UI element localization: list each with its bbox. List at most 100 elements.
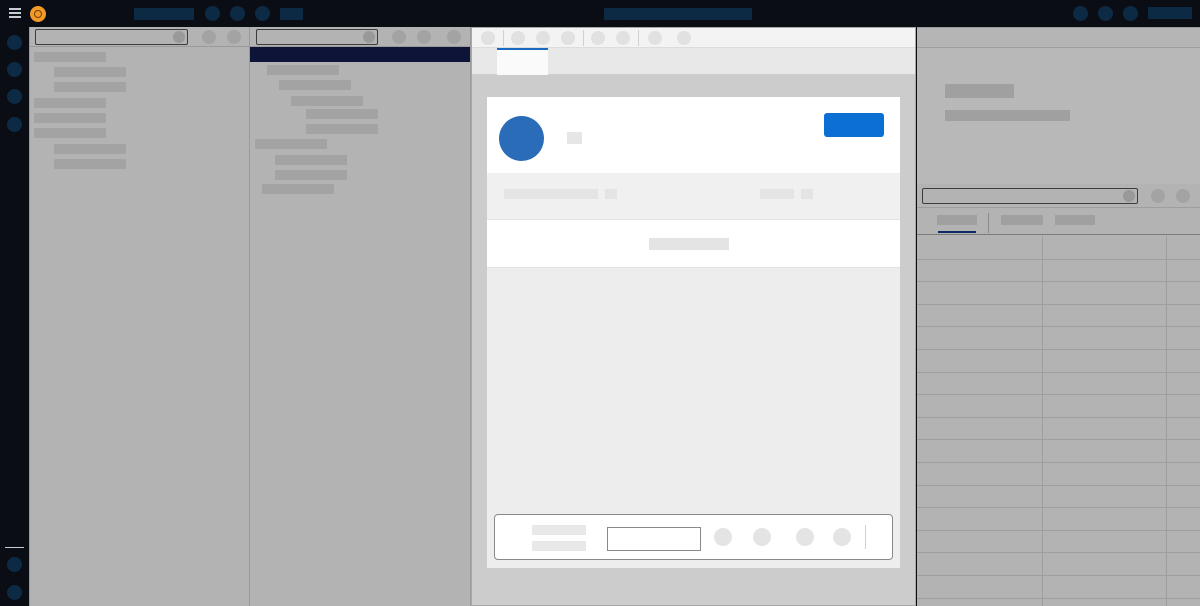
nav-label-placeholder[interactable] bbox=[280, 8, 303, 20]
tab-active-indicator bbox=[938, 231, 976, 233]
send-icon[interactable] bbox=[833, 528, 851, 546]
refresh-icon[interactable] bbox=[561, 31, 575, 45]
collapse-icon[interactable] bbox=[392, 30, 406, 44]
share-icon[interactable] bbox=[648, 31, 662, 45]
detail-card bbox=[487, 97, 900, 568]
tree-item[interactable] bbox=[306, 124, 378, 134]
action-label-placeholder bbox=[649, 238, 729, 250]
undo-icon[interactable] bbox=[511, 31, 525, 45]
tree-item-selected[interactable] bbox=[250, 47, 470, 62]
tree-item[interactable] bbox=[34, 52, 106, 62]
logout-icon[interactable] bbox=[7, 585, 22, 600]
app-logo-icon[interactable] bbox=[30, 6, 46, 22]
text-placeholder bbox=[532, 541, 586, 551]
toolbar-separator bbox=[503, 30, 504, 46]
table-row bbox=[917, 394, 1200, 395]
copy-icon[interactable] bbox=[591, 31, 605, 45]
bell-icon[interactable] bbox=[1073, 6, 1088, 21]
tab-label-placeholder[interactable] bbox=[1055, 215, 1095, 225]
help-icon[interactable] bbox=[1098, 6, 1113, 21]
search-input[interactable] bbox=[256, 29, 378, 45]
tree-item[interactable] bbox=[279, 80, 351, 90]
info-row bbox=[487, 173, 900, 220]
name-placeholder bbox=[567, 132, 582, 144]
action-row[interactable] bbox=[487, 220, 900, 268]
data-toolbar bbox=[917, 184, 1200, 208]
settings-icon[interactable] bbox=[7, 117, 22, 132]
tab-label-placeholder[interactable] bbox=[937, 215, 977, 225]
nav-icon[interactable] bbox=[205, 6, 220, 21]
tree-item[interactable] bbox=[34, 128, 106, 138]
tree-item[interactable] bbox=[54, 67, 126, 77]
more-icon[interactable] bbox=[227, 30, 241, 44]
tree-item[interactable] bbox=[262, 184, 334, 194]
table-row bbox=[917, 530, 1200, 531]
tree-item[interactable] bbox=[34, 98, 106, 108]
text-placeholder bbox=[532, 525, 586, 535]
message-input[interactable] bbox=[607, 527, 701, 551]
tree-item[interactable] bbox=[306, 109, 378, 119]
table-row bbox=[917, 349, 1200, 350]
mic-icon[interactable] bbox=[796, 528, 814, 546]
tree-item[interactable] bbox=[291, 96, 363, 106]
search-input[interactable] bbox=[922, 188, 1138, 204]
table-row bbox=[917, 304, 1200, 305]
data-grid[interactable] bbox=[917, 236, 1200, 606]
badge-placeholder bbox=[801, 189, 813, 199]
table-row bbox=[917, 281, 1200, 282]
breadcrumb-placeholder[interactable] bbox=[134, 8, 194, 20]
user-icon[interactable] bbox=[7, 557, 22, 572]
table-row bbox=[917, 552, 1200, 553]
explorer-panel bbox=[29, 27, 250, 606]
nav-icon[interactable] bbox=[255, 6, 270, 21]
redo-icon[interactable] bbox=[536, 31, 550, 45]
search-input[interactable] bbox=[35, 29, 188, 45]
primary-action-button[interactable] bbox=[824, 113, 884, 137]
tree-item[interactable] bbox=[54, 144, 126, 154]
badge-placeholder bbox=[605, 189, 617, 199]
properties-panel bbox=[917, 27, 1200, 184]
avatar[interactable] bbox=[499, 116, 544, 161]
home-icon[interactable] bbox=[7, 35, 22, 50]
tree-item[interactable] bbox=[34, 113, 106, 123]
more-icon[interactable] bbox=[447, 30, 461, 44]
expand-icon[interactable] bbox=[417, 30, 431, 44]
filter-icon[interactable] bbox=[1151, 189, 1165, 203]
toolbar-separator bbox=[865, 525, 866, 549]
table-row bbox=[917, 598, 1200, 599]
search-icon bbox=[363, 31, 375, 43]
tab-label-placeholder[interactable] bbox=[1001, 215, 1043, 225]
label-placeholder bbox=[504, 189, 598, 199]
tree-item[interactable] bbox=[275, 170, 347, 180]
more-icon[interactable] bbox=[1176, 189, 1190, 203]
tree-item[interactable] bbox=[267, 65, 339, 75]
back-icon[interactable] bbox=[481, 31, 495, 45]
nav-icon[interactable] bbox=[230, 6, 245, 21]
table-row bbox=[917, 326, 1200, 327]
table-row bbox=[917, 417, 1200, 418]
paste-icon[interactable] bbox=[616, 31, 630, 45]
table-column-divider bbox=[1166, 236, 1167, 606]
top-bar bbox=[0, 0, 1200, 27]
tree-item[interactable] bbox=[275, 155, 347, 165]
attach-icon[interactable] bbox=[714, 528, 732, 546]
emoji-icon[interactable] bbox=[753, 528, 771, 546]
more-icon[interactable] bbox=[677, 31, 691, 45]
window-title-placeholder bbox=[604, 8, 752, 20]
avatar-icon[interactable] bbox=[1123, 6, 1138, 21]
files-icon[interactable] bbox=[7, 89, 22, 104]
filter-icon[interactable] bbox=[202, 30, 216, 44]
search-icon bbox=[173, 31, 185, 43]
data-panel bbox=[917, 184, 1200, 606]
search-icon[interactable] bbox=[7, 62, 22, 77]
tree-item[interactable] bbox=[54, 82, 126, 92]
user-menu-placeholder[interactable] bbox=[1148, 7, 1192, 19]
left-rail bbox=[0, 27, 29, 606]
search-icon bbox=[1123, 190, 1135, 202]
toolbar-separator bbox=[583, 30, 584, 46]
hamburger-icon[interactable] bbox=[9, 8, 21, 18]
tree-item[interactable] bbox=[54, 159, 126, 169]
tab-active[interactable] bbox=[497, 48, 548, 75]
properties-subtitle-placeholder bbox=[945, 110, 1070, 121]
tree-item[interactable] bbox=[255, 139, 327, 149]
